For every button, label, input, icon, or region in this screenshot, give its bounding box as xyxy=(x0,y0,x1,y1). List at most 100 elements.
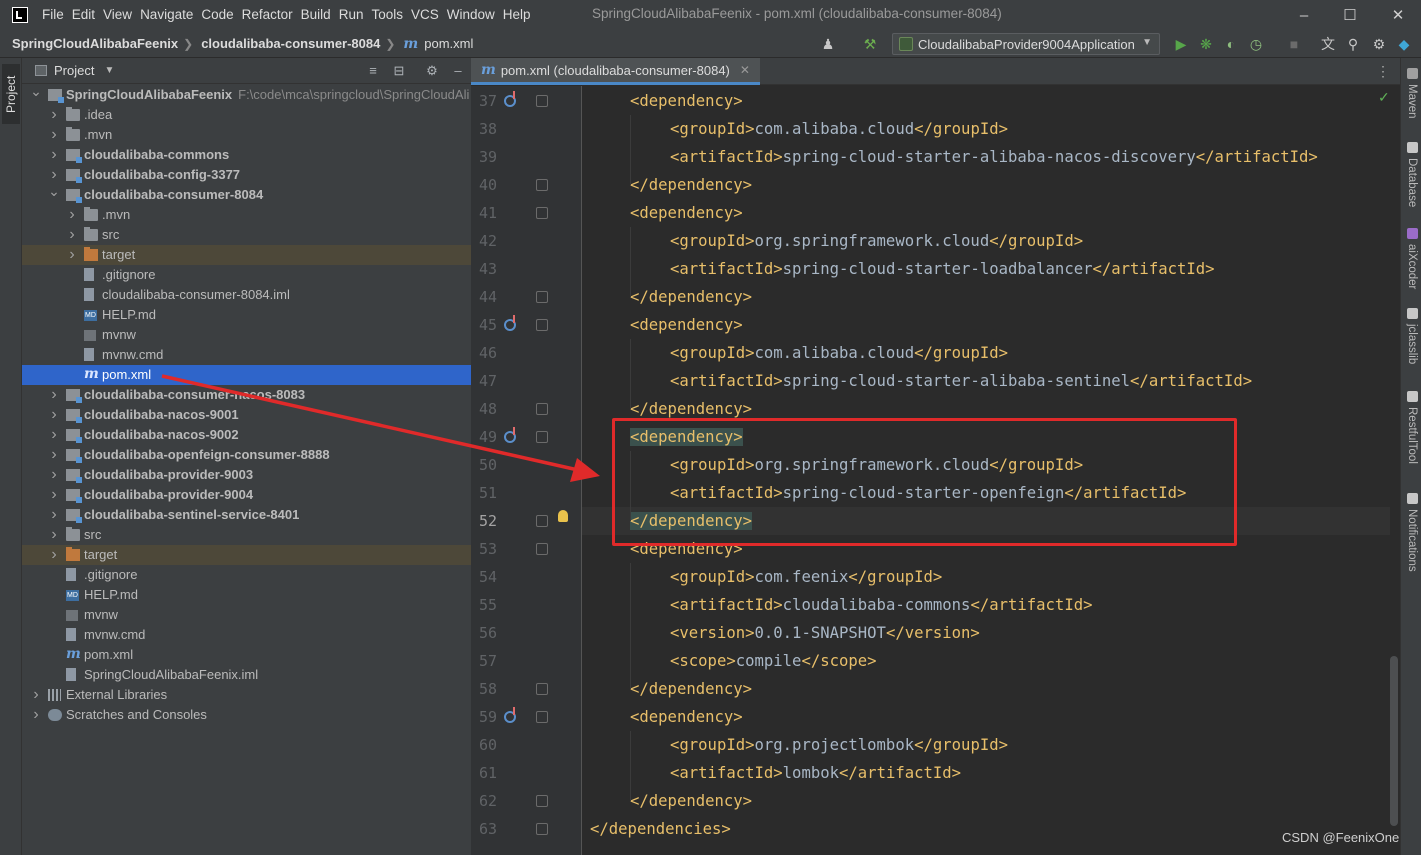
project-tool-window-button[interactable]: Project xyxy=(2,64,20,124)
right-tool-window-button[interactable]: aiXcoder xyxy=(1404,228,1420,289)
menu-item[interactable]: Refactor xyxy=(238,0,297,30)
tree-row[interactable]: ⌄ SpringCloudAlibabaFeenix F:\code\mca\spr… xyxy=(22,83,471,105)
tree-row[interactable]: › cloudalibaba-config-3377 xyxy=(22,165,471,185)
fold-close-icon[interactable] xyxy=(536,179,548,191)
right-tool-window-button[interactable]: Maven xyxy=(1404,68,1420,119)
chevron-right-icon[interactable]: › xyxy=(48,545,60,565)
tree-row[interactable]: cloudalibaba-consumer-8084.iml xyxy=(22,285,471,305)
editor-scrollbar-thumb[interactable] xyxy=(1390,656,1398,826)
tree-row[interactable]: › Scratches and Consoles xyxy=(22,705,471,725)
fold-open-icon[interactable] xyxy=(536,543,548,555)
tree-row[interactable]: mvnw xyxy=(22,325,471,345)
menu-item[interactable]: Run xyxy=(335,0,368,30)
right-tool-window-button[interactable]: Notifications xyxy=(1404,493,1420,572)
chevron-right-icon[interactable]: › xyxy=(48,525,60,545)
tree-row[interactable]: › cloudalibaba-provider-9004 xyxy=(22,485,471,505)
maven-dependency-gutter-icon[interactable] xyxy=(504,315,520,333)
menu-item[interactable]: Build xyxy=(297,0,335,30)
profile-icon[interactable]: ◷ xyxy=(1246,34,1266,54)
tree-row[interactable]: › External Libraries xyxy=(22,685,471,705)
project-panel-title[interactable]: Project xyxy=(54,63,94,78)
menu-item[interactable]: Window xyxy=(443,0,499,30)
fold-open-icon[interactable] xyxy=(536,207,548,219)
chevron-right-icon[interactable]: › xyxy=(48,405,60,425)
tree-row[interactable]: › cloudalibaba-consumer-nacos-8083 xyxy=(22,385,471,405)
debug-icon[interactable]: ❋ xyxy=(1196,34,1216,54)
toolbox-icon[interactable]: ◆ xyxy=(1394,34,1414,54)
inspection-ok-check-icon[interactable]: ✓ xyxy=(1378,89,1390,106)
tree-row[interactable]: › cloudalibaba-provider-9003 xyxy=(22,465,471,485)
tree-row[interactable]: .gitignore xyxy=(22,265,471,285)
menu-item[interactable]: View xyxy=(99,0,136,30)
tree-row[interactable]: › cloudalibaba-sentinel-service-8401 xyxy=(22,505,471,525)
close-icon[interactable]: ✕ xyxy=(1375,0,1421,30)
tree-row[interactable]: mvnw.cmd xyxy=(22,345,471,365)
tree-row[interactable]: › src xyxy=(22,225,471,245)
more-tabs-icon[interactable]: ⋮ xyxy=(1376,63,1390,80)
chevron-right-icon[interactable]: › xyxy=(48,105,60,125)
menu-item[interactable]: File xyxy=(38,0,68,30)
tree-row[interactable]: › .idea xyxy=(22,105,471,125)
menu-item[interactable]: VCS xyxy=(407,0,443,30)
expand-all-icon[interactable]: ≡ xyxy=(364,62,382,80)
tree-row[interactable]: m pom.xml xyxy=(22,365,471,385)
breadcrumb-file[interactable]: pom.xml xyxy=(418,36,473,51)
breadcrumb-project[interactable]: SpringCloudAlibabaFeenix xyxy=(0,36,178,51)
menu-item[interactable]: Navigate xyxy=(136,0,197,30)
tree-row[interactable]: › .mvn xyxy=(22,125,471,145)
user-icon[interactable]: ♟ xyxy=(818,34,838,54)
tree-row[interactable]: m pom.xml xyxy=(22,645,471,665)
lightbulb-icon[interactable] xyxy=(558,510,568,522)
editor-tab-pom-xml[interactable]: m pom.xml (cloudalibaba-consumer-8084) ✕ xyxy=(471,58,760,85)
run-icon[interactable]: ▶ xyxy=(1171,34,1191,54)
chevron-down-icon[interactable]: ▼ xyxy=(104,65,114,76)
right-tool-window-button[interactable]: RestfulTool xyxy=(1404,391,1420,464)
chevron-right-icon[interactable]: › xyxy=(66,245,78,265)
chevron-right-icon[interactable]: › xyxy=(30,705,42,725)
chevron-right-icon[interactable]: › xyxy=(48,425,60,445)
chevron-right-icon[interactable]: › xyxy=(30,685,42,705)
maven-dependency-gutter-icon[interactable] xyxy=(504,427,520,445)
fold-close-icon[interactable] xyxy=(536,291,548,303)
tree-row[interactable]: › cloudalibaba-openfeign-consumer-8888 xyxy=(22,445,471,465)
stop-icon[interactable]: ■ xyxy=(1284,34,1304,54)
chevron-right-icon[interactable]: › xyxy=(48,505,60,525)
tree-row[interactable]: › target xyxy=(22,545,471,565)
chevron-right-icon[interactable]: › xyxy=(48,385,60,405)
chevron-right-icon[interactable]: › xyxy=(66,225,78,245)
chevron-right-icon[interactable]: › xyxy=(48,465,60,485)
gear-icon[interactable]: ⚙ xyxy=(423,62,441,80)
menu-item[interactable]: Tools xyxy=(367,0,407,30)
run-configuration-selector[interactable]: CloudalibabaProvider9004Application ▼ xyxy=(892,33,1160,55)
chevron-down-icon[interactable]: ⌄ xyxy=(30,81,42,101)
fold-close-icon[interactable] xyxy=(536,683,548,695)
chevron-down-icon[interactable]: ⌄ xyxy=(48,181,60,201)
fold-close-icon[interactable] xyxy=(536,403,548,415)
fold-open-icon[interactable] xyxy=(536,431,548,443)
maximize-icon[interactable]: ☐ xyxy=(1327,0,1373,30)
tree-row[interactable]: mvnw.cmd xyxy=(22,625,471,645)
fold-open-icon[interactable] xyxy=(536,319,548,331)
menu-item[interactable]: Code xyxy=(197,0,237,30)
menu-item[interactable]: Edit xyxy=(68,0,99,30)
maven-dependency-gutter-icon[interactable] xyxy=(504,91,520,109)
tree-row[interactable]: › .mvn xyxy=(22,205,471,225)
chevron-right-icon[interactable]: › xyxy=(48,445,60,465)
tree-row[interactable]: › target xyxy=(22,245,471,265)
fold-close-icon[interactable] xyxy=(536,795,548,807)
fold-open-icon[interactable] xyxy=(536,711,548,723)
tree-row[interactable]: MD HELP.md xyxy=(22,305,471,325)
tree-row[interactable]: SpringCloudAlibabaFeenix.iml xyxy=(22,665,471,685)
hide-panel-icon[interactable]: – xyxy=(449,62,467,80)
tree-row[interactable]: mvnw xyxy=(22,605,471,625)
chevron-right-icon[interactable]: › xyxy=(66,205,78,225)
tree-row[interactable]: › cloudalibaba-commons xyxy=(22,145,471,165)
search-icon[interactable]: ⚲ xyxy=(1343,34,1363,54)
tree-row[interactable]: › cloudalibaba-nacos-9001 xyxy=(22,405,471,425)
breadcrumb-module[interactable]: cloudalibaba-consumer-8084 xyxy=(193,36,380,51)
fold-close-icon[interactable] xyxy=(536,515,548,527)
settings-gear-icon[interactable]: ⚙ xyxy=(1369,34,1389,54)
menu-item[interactable]: Help xyxy=(499,0,535,30)
tree-row[interactable]: › src xyxy=(22,525,471,545)
close-tab-icon[interactable]: ✕ xyxy=(740,63,750,77)
